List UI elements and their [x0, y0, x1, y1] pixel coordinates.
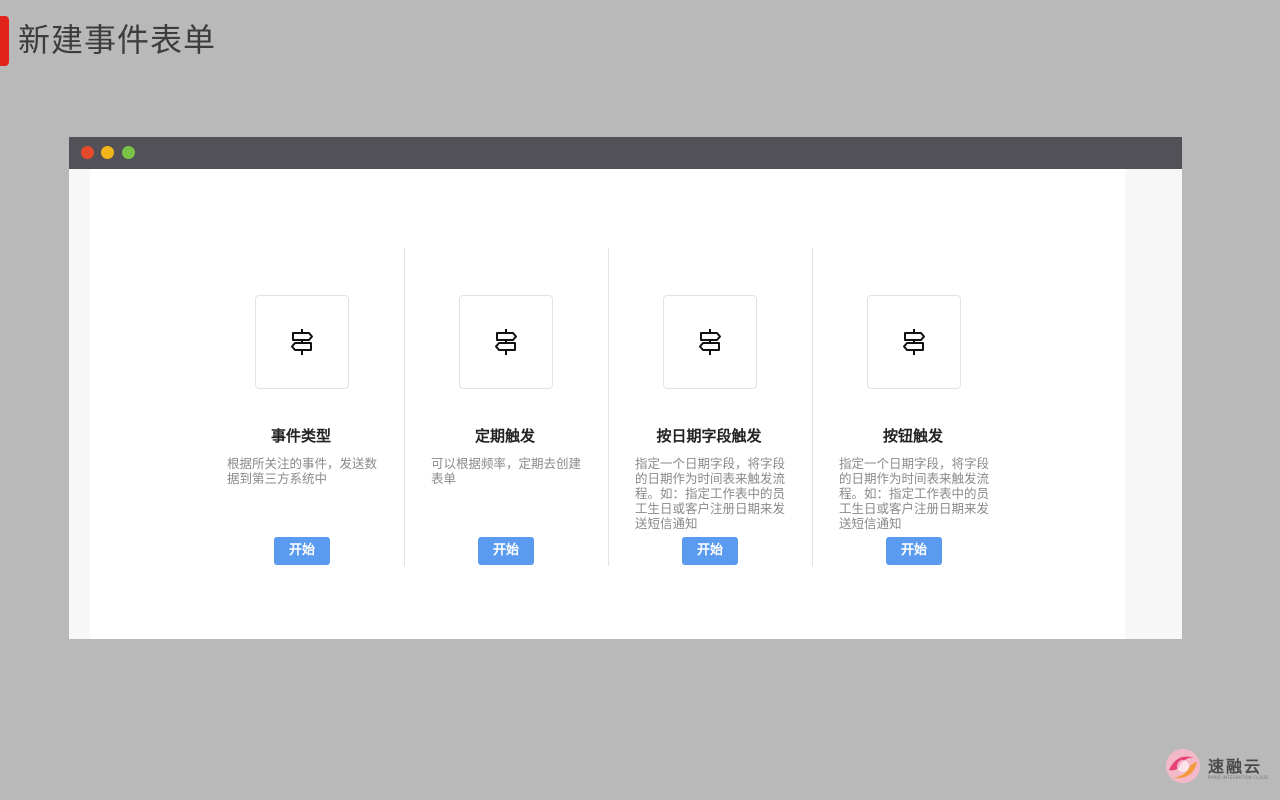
browser-window: 事件类型 根据所关注的事件，发送数据到第三方系统中 开始 定期触发 可以根据频率…: [69, 137, 1182, 639]
card-description: 指定一个日期字段，将字段的日期作为时间表来触发流程。如：指定工作表中的员工生日或…: [839, 456, 990, 531]
signpost-icon: [663, 295, 757, 389]
start-button[interactable]: 开始: [274, 537, 330, 565]
trigger-card-scheduled: 定期触发 可以根据频率，定期去创建表单 开始: [425, 248, 629, 568]
signpost-icon: [459, 295, 553, 389]
card-title: 按钮触发: [882, 427, 943, 445]
trigger-selection-panel: 事件类型 根据所关注的事件，发送数据到第三方系统中 开始 定期触发 可以根据频率…: [90, 169, 1125, 639]
minimize-window-icon[interactable]: [101, 146, 114, 159]
card-description: 指定一个日期字段，将字段的日期作为时间表来触发流程。如：指定工作表中的员工生日或…: [635, 456, 786, 531]
trigger-card-event-type: 事件类型 根据所关注的事件，发送数据到第三方系统中 开始: [221, 248, 425, 568]
card-title: 按日期字段触发: [656, 427, 762, 445]
trigger-card-button: 按钮触发 指定一个日期字段，将字段的日期作为时间表来触发流程。如：指定工作表中的…: [833, 248, 1037, 568]
brand-logo: 速融云 RAPID INTEGRATION CLOUD: [1163, 746, 1273, 786]
start-button[interactable]: 开始: [886, 537, 942, 565]
card-title: 定期触发: [474, 427, 535, 445]
card-divider: [404, 248, 405, 566]
close-window-icon[interactable]: [81, 146, 94, 159]
card-description: 可以根据频率，定期去创建表单: [431, 456, 582, 486]
card-divider: [608, 248, 609, 566]
card-title: 事件类型: [270, 427, 331, 445]
browser-titlebar: [69, 137, 1182, 169]
title-accent-bar: [0, 16, 9, 66]
slide-title: 新建事件表单: [18, 21, 217, 59]
trigger-card-date-field: 按日期字段触发 指定一个日期字段，将字段的日期作为时间表来触发流程。如：指定工作…: [629, 248, 833, 568]
brand-logo-icon: [1166, 749, 1200, 783]
signpost-icon: [867, 295, 961, 389]
start-button[interactable]: 开始: [682, 537, 738, 565]
maximize-window-icon[interactable]: [122, 146, 135, 159]
brand-tagline: RAPID INTEGRATION CLOUD: [1208, 775, 1269, 780]
start-button[interactable]: 开始: [478, 537, 534, 565]
brand-name: 速融云: [1208, 757, 1263, 776]
card-description: 根据所关注的事件，发送数据到第三方系统中: [227, 456, 378, 486]
signpost-icon: [255, 295, 349, 389]
card-divider: [812, 248, 813, 566]
